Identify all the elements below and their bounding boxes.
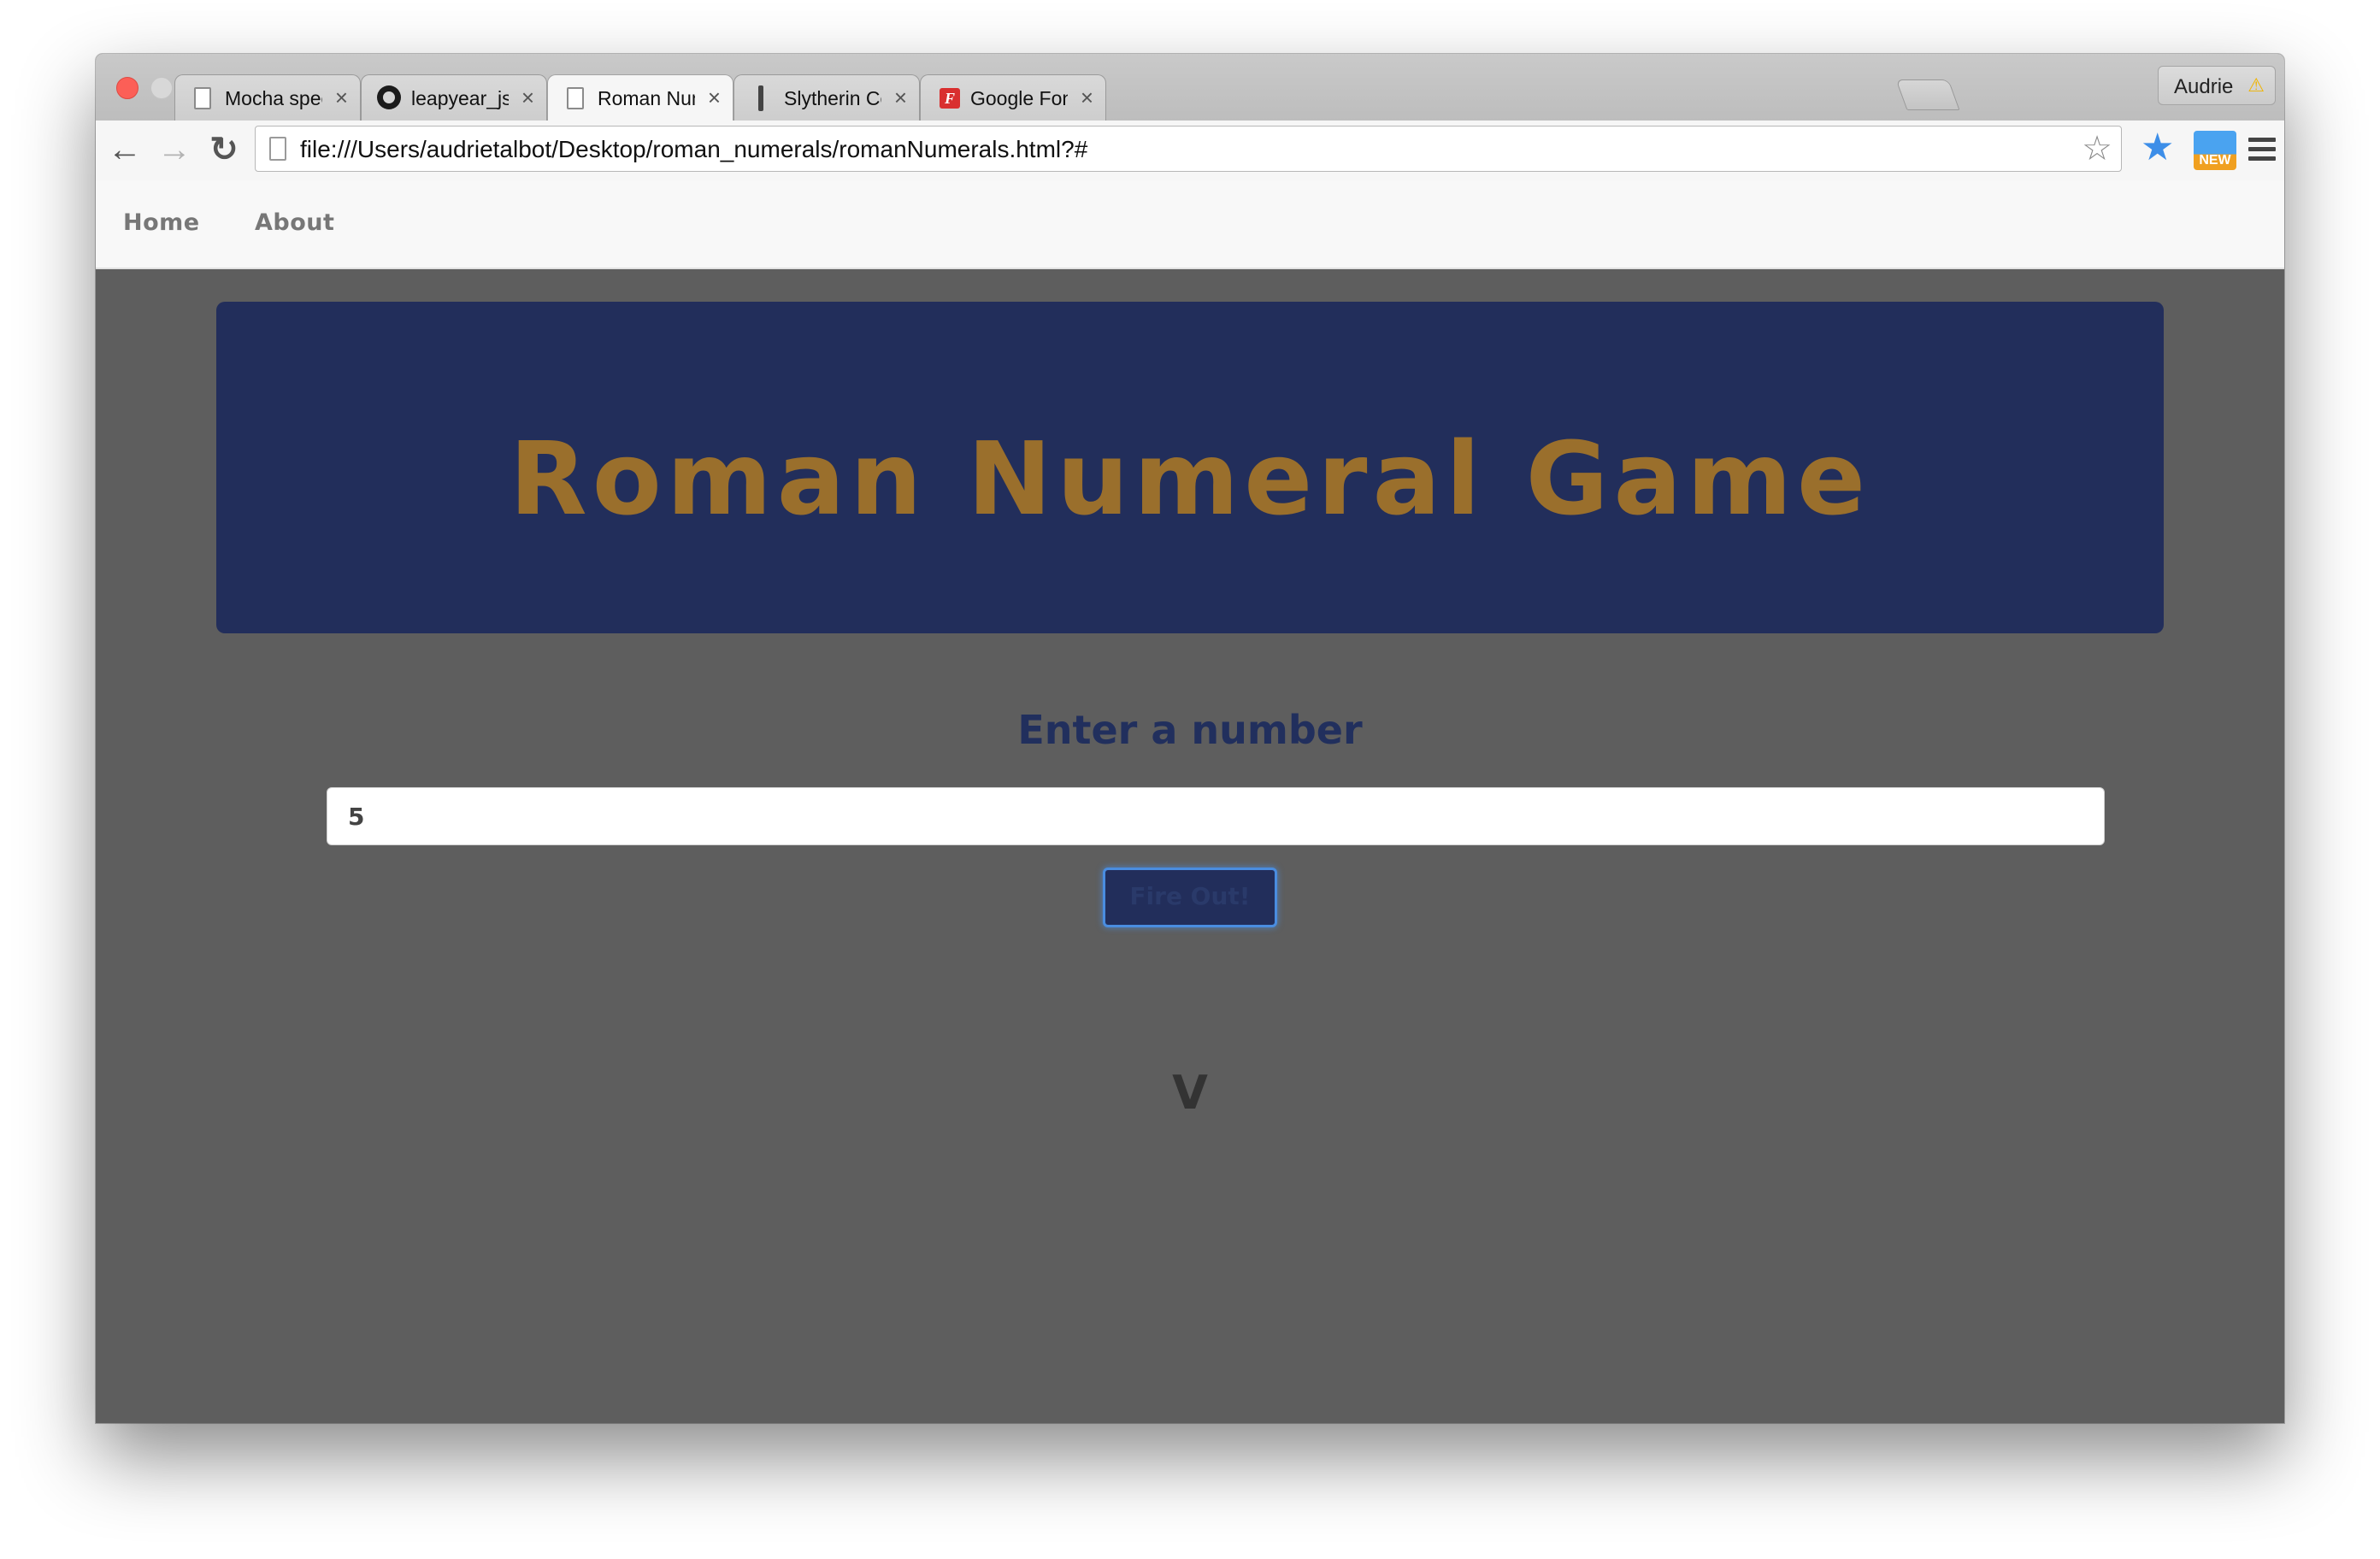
tab-title: Mocha spec runner (225, 87, 322, 109)
nav-about-link[interactable]: About (255, 209, 334, 236)
new-tab-button[interactable] (1895, 79, 1960, 110)
figure-out-button[interactable]: Fire Out! (1103, 868, 1277, 927)
tab-title: Google Fonts (970, 87, 1068, 109)
close-window-button[interactable] (116, 77, 138, 99)
bookmark-extension-icon[interactable]: ★ (2141, 126, 2174, 170)
page-content: Home About Roman Numeral Game Enter a nu… (96, 180, 2284, 1423)
page-title: Roman Numeral Game (509, 420, 1871, 538)
close-icon[interactable]: × (335, 85, 348, 109)
reload-button[interactable]: ↻ (203, 129, 244, 170)
palette-icon (758, 85, 763, 111)
tab-google-fonts[interactable]: F Google Fonts × (920, 74, 1106, 121)
tab-title: Slytherin Color Palette (784, 87, 881, 109)
tab-slytherin-color-palette[interactable]: Slytherin Color Palette × (733, 74, 920, 121)
nav-home-link[interactable]: Home (123, 209, 200, 236)
profile-button[interactable]: Audrie ⚠ (2158, 66, 2276, 105)
bookmark-star-icon[interactable]: ☆ (2082, 130, 2112, 168)
close-icon[interactable]: × (708, 85, 721, 109)
page-icon (567, 87, 584, 109)
address-bar[interactable]: file:///Users/audrietalbot/Desktop/roman… (255, 126, 2122, 172)
number-input[interactable] (327, 787, 2105, 845)
tab-mocha-spec-runner[interactable]: Mocha spec runner × (174, 74, 361, 121)
site-navbar: Home About (96, 180, 2284, 269)
new-extension-label: NEW (2199, 153, 2231, 168)
back-button[interactable]: ← (104, 129, 145, 170)
github-icon (377, 85, 401, 109)
warning-icon: ⚠ (2247, 74, 2265, 96)
close-icon[interactable]: × (894, 85, 907, 109)
tab-roman-numeral-game[interactable]: Roman Numeral Game × (547, 74, 733, 122)
tab-strip: Mocha spec runner × leapyear_js/styles.c… (96, 54, 2284, 122)
close-icon[interactable]: × (1081, 85, 1093, 109)
title-banner: Roman Numeral Game (216, 302, 2164, 633)
browser-toolbar: ← → ↻ file:///Users/audrietalbot/Desktop… (96, 121, 2284, 181)
url-text[interactable]: file:///Users/audrietalbot/Desktop/roman… (300, 136, 1087, 163)
roman-numeral-result: V (1172, 1066, 1208, 1120)
google-fonts-icon: F (940, 88, 960, 109)
browser-window: Mocha spec runner × leapyear_js/styles.c… (96, 54, 2284, 1423)
profile-name: Audrie (2174, 75, 2234, 98)
number-prompt: Enter a number (1017, 707, 1363, 753)
page-icon (194, 87, 211, 109)
close-icon[interactable]: × (521, 85, 534, 109)
tab-leapyear-styles[interactable]: leapyear_js/styles.css at m × (361, 74, 547, 121)
menu-icon[interactable] (2248, 138, 2276, 166)
page-icon (269, 137, 286, 161)
forward-button[interactable]: → (154, 129, 195, 170)
tab-title: leapyear_js/styles.css at m (411, 87, 509, 109)
minimize-window-button[interactable] (150, 77, 173, 99)
tab-title: Roman Numeral Game (598, 87, 695, 109)
